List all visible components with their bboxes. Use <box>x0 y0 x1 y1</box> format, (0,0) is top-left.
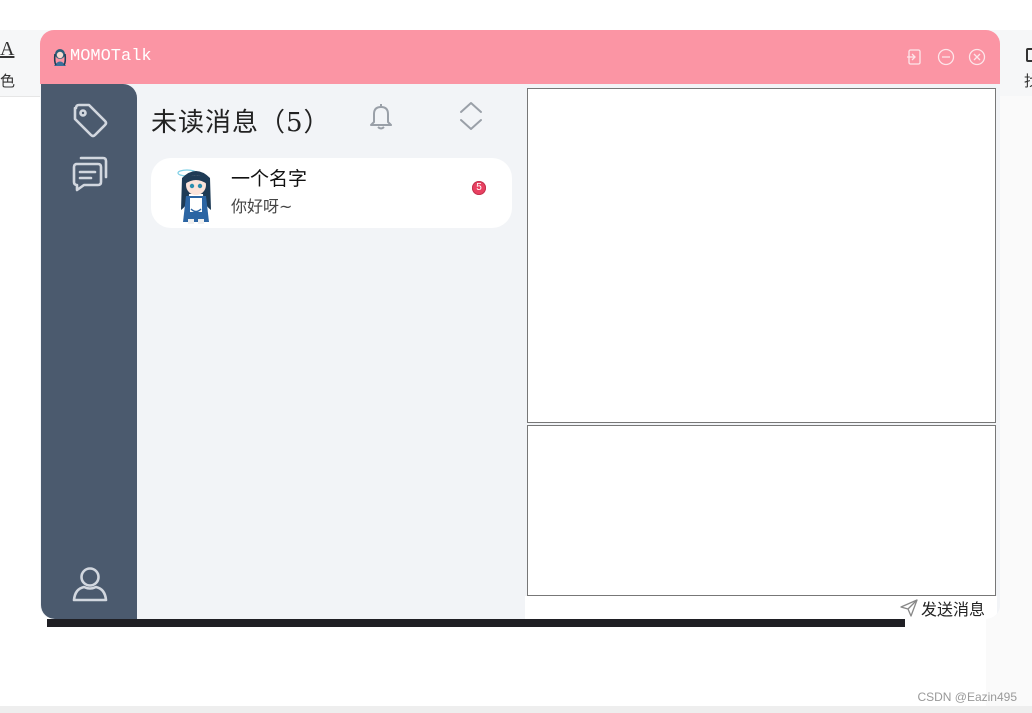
bell-icon <box>370 104 392 130</box>
message-input[interactable] <box>527 425 996 596</box>
chat-history-area[interactable] <box>527 88 996 423</box>
window-shadow <box>47 619 905 627</box>
pin-icon <box>907 49 921 65</box>
sidebar-item-tags[interactable] <box>70 100 110 140</box>
background-label-right: 找 <box>1024 72 1032 90</box>
send-label: 发送消息 <box>921 600 986 619</box>
pin-button[interactable] <box>906 48 924 66</box>
avatar <box>177 169 211 224</box>
app-title: MOMOTalk <box>70 47 152 66</box>
sidebar-item-messages[interactable] <box>70 154 110 194</box>
sort-icon <box>460 102 482 130</box>
minimize-icon <box>937 48 955 66</box>
chat-icon <box>72 156 108 192</box>
contact-list-item[interactable]: 一个名字 你好呀~ 5 <box>151 158 512 228</box>
notification-button[interactable] <box>366 101 396 131</box>
close-button[interactable] <box>968 48 986 66</box>
send-bar: 发送消息 <box>525 596 997 619</box>
send-button[interactable]: 发送消息 <box>900 599 986 619</box>
app-logo-icon <box>53 49 67 66</box>
contact-name: 一个名字 <box>231 168 308 190</box>
app-window: MOMOTalk 未读消息（5） 一个名字 你好呀~ 5 发送消息 <box>40 30 1000 619</box>
contact-last-message: 你好呀~ <box>231 197 293 216</box>
background-label: 色 <box>0 72 16 90</box>
unread-badge: 5 <box>472 181 486 195</box>
background-icon <box>1026 48 1032 62</box>
sort-button[interactable] <box>457 100 485 132</box>
minimize-button[interactable] <box>937 48 955 66</box>
title-bar[interactable]: MOMOTalk <box>40 30 1000 84</box>
watermark: CSDN @Eazin495 <box>917 690 1017 704</box>
tag-icon <box>73 103 108 138</box>
list-title: 未读消息（5） <box>151 108 331 138</box>
background-font-glyph: A <box>0 38 15 60</box>
background-bottom-bar <box>0 706 1032 713</box>
contact-list-panel: 未读消息（5） 一个名字 你好呀~ 5 <box>137 84 527 619</box>
send-icon <box>900 599 918 617</box>
sidebar-item-profile[interactable] <box>70 564 110 604</box>
user-icon <box>72 567 108 602</box>
close-icon <box>968 48 986 66</box>
chat-panel: 发送消息 <box>525 84 1000 619</box>
sidebar <box>41 84 137 619</box>
